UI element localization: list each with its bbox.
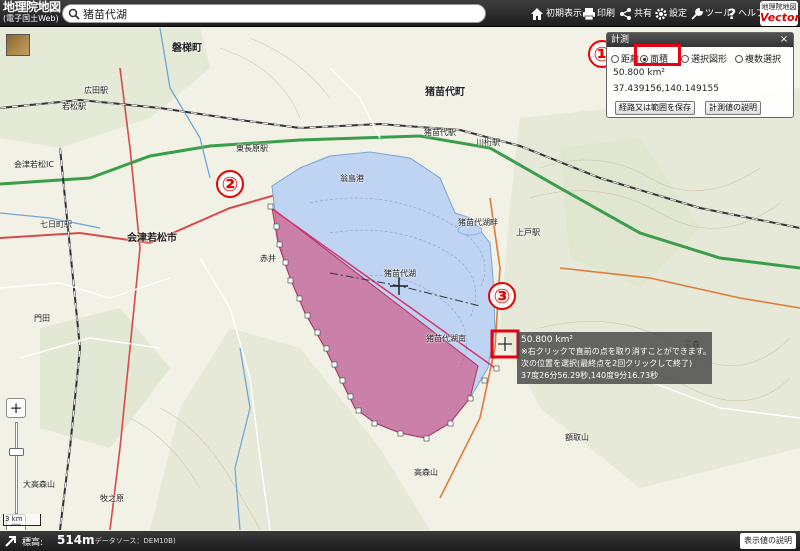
measure-result: 50.800 km² bbox=[613, 68, 665, 78]
annotation-2: ② bbox=[216, 170, 244, 198]
search-input[interactable] bbox=[83, 6, 478, 21]
map-label: 翁島港 bbox=[340, 174, 364, 183]
map-label: 猪苗代湖畔 bbox=[458, 218, 498, 227]
radio-circle-icon bbox=[611, 55, 619, 63]
radio-circle-icon bbox=[681, 55, 689, 63]
elevation-source: (データソース：DEM10B) bbox=[92, 537, 176, 545]
elevation-value: 514m bbox=[57, 533, 95, 547]
highlight-box bbox=[634, 44, 681, 66]
radio-multi-select-label: 複数選択 bbox=[745, 55, 782, 65]
map-label: 猪苗代町 bbox=[425, 87, 465, 98]
zoom-slider-handle[interactable] bbox=[9, 448, 24, 456]
measure-coordinates: 37.439156,140.149155 bbox=[613, 84, 719, 94]
radio-selected-shape[interactable]: 選択図形 bbox=[681, 52, 727, 65]
svg-text:?: ? bbox=[728, 7, 736, 21]
annotation-3: ③ bbox=[488, 282, 516, 310]
tools-icon bbox=[691, 8, 703, 20]
share-button[interactable]: 共有 bbox=[619, 4, 653, 24]
map-label: 門田 bbox=[34, 314, 50, 323]
home-button[interactable]: 初期表示 bbox=[530, 4, 582, 24]
home-icon bbox=[531, 8, 543, 20]
map-layer-thumbnail[interactable] bbox=[6, 34, 30, 56]
search-box bbox=[62, 4, 486, 23]
logo-subtitle: (電子国土Web) bbox=[3, 14, 59, 23]
search-icon[interactable] bbox=[68, 8, 80, 20]
map-label: 赤井 bbox=[260, 254, 276, 263]
tooltip-area: 50.800 km² bbox=[521, 335, 573, 345]
tooltip-coordinates: 37度26分56.29秒,140度9分16.73秒 bbox=[521, 371, 659, 380]
map-label: 川桁駅 bbox=[476, 138, 500, 147]
map-label: 七日町駅 bbox=[40, 220, 72, 229]
tools-button[interactable]: ツール bbox=[690, 4, 732, 24]
elevation-help-button[interactable]: 表示値の説明 bbox=[740, 533, 796, 549]
vector-brand-badge[interactable]: 地理院地図 Vector bbox=[760, 1, 800, 26]
footer-bar: 標高: 514m (データソース：DEM10B) 表示値の説明 bbox=[0, 531, 800, 551]
map-label: 東長原駅 bbox=[236, 144, 268, 153]
zoom-control: + − bbox=[6, 398, 28, 530]
radio-circle-icon bbox=[735, 55, 743, 63]
zoom-slider-track[interactable] bbox=[15, 422, 18, 514]
share-label: 共有 bbox=[634, 9, 653, 19]
logo-title: 地理院地図 bbox=[3, 0, 61, 14]
printer-icon bbox=[583, 8, 595, 21]
map-label: 上戸駅 bbox=[516, 228, 540, 237]
home-label: 初期表示 bbox=[546, 9, 583, 19]
map-label: 高森山 bbox=[414, 468, 438, 477]
map-label: 会津若松市 bbox=[127, 233, 177, 244]
help-button[interactable]: ? ヘルプ bbox=[727, 4, 765, 24]
header-bar: 地理院地図 (電子国土Web) 初期表示 印刷 共有 bbox=[0, 0, 800, 27]
map-label: 磐梯町 bbox=[172, 43, 202, 54]
share-icon bbox=[620, 8, 631, 20]
scale-label: 3 km bbox=[5, 515, 23, 523]
radio-selected-shape-label: 選択図形 bbox=[691, 55, 728, 65]
expand-arrow-icon[interactable] bbox=[4, 534, 18, 548]
settings-label: 設定 bbox=[669, 9, 688, 19]
print-button[interactable]: 印刷 bbox=[582, 4, 616, 24]
measure-help-button[interactable]: 計測値の説明 bbox=[705, 101, 761, 115]
brand-bottom-text: Vector bbox=[760, 11, 800, 24]
app-logo[interactable]: 地理院地図 (電子国土Web) bbox=[3, 0, 61, 26]
elevation-label: 標高: bbox=[22, 538, 44, 548]
save-route-button[interactable]: 経路又は範囲を保存 bbox=[615, 101, 695, 115]
print-label: 印刷 bbox=[597, 9, 616, 19]
measure-tooltip: 50.800 km² ※右クリックで直前の点を取り消すことができます。 次の位置… bbox=[517, 332, 712, 384]
map-label: 会津若松IC bbox=[14, 160, 54, 169]
map-label: 猪苗代湖 bbox=[384, 269, 416, 278]
radio-multi-select[interactable]: 複数選択 bbox=[735, 52, 781, 65]
map-label: 若松駅 bbox=[62, 102, 86, 111]
tooltip-hint: ※右クリックで直前の点を取り消すことができます。 bbox=[521, 347, 711, 356]
close-icon[interactable]: × bbox=[778, 34, 790, 46]
zoom-in-button[interactable]: + bbox=[6, 398, 26, 418]
map-label: 広田駅 bbox=[84, 86, 108, 95]
map-label: 猪苗代湖南 bbox=[426, 334, 466, 343]
tooltip-instruction: 次の位置を選択(最終点を2回クリックして終了) bbox=[521, 359, 693, 368]
settings-button[interactable]: 設定 bbox=[654, 4, 688, 24]
map-label: 額取山 bbox=[565, 433, 589, 442]
gear-icon bbox=[655, 8, 667, 20]
map-label: 猪苗代駅 bbox=[424, 128, 456, 137]
map-label: 牧之原 bbox=[100, 494, 124, 503]
